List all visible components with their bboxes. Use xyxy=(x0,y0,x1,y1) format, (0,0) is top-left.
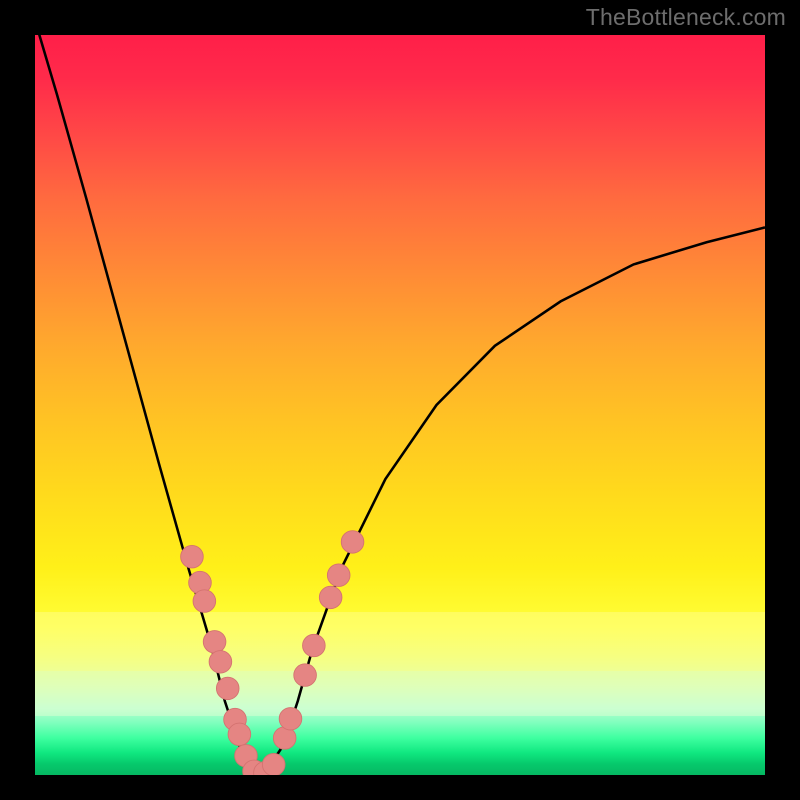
data-marker xyxy=(319,586,342,608)
plot-area xyxy=(35,35,765,775)
data-marker xyxy=(203,631,226,653)
data-marker xyxy=(181,545,204,567)
outer-frame: TheBottleneck.com xyxy=(0,0,800,800)
chart-svg xyxy=(35,35,765,775)
data-marker xyxy=(294,664,317,686)
data-marker xyxy=(209,651,232,673)
data-markers xyxy=(181,531,364,775)
data-marker xyxy=(228,723,251,745)
data-marker xyxy=(303,634,326,656)
data-marker xyxy=(193,590,216,612)
data-marker xyxy=(216,677,239,699)
bottleneck-curve xyxy=(35,35,765,775)
data-marker xyxy=(279,708,302,730)
data-marker xyxy=(341,531,364,553)
data-marker xyxy=(262,753,285,775)
data-marker xyxy=(327,564,350,586)
watermark-text: TheBottleneck.com xyxy=(586,4,786,31)
